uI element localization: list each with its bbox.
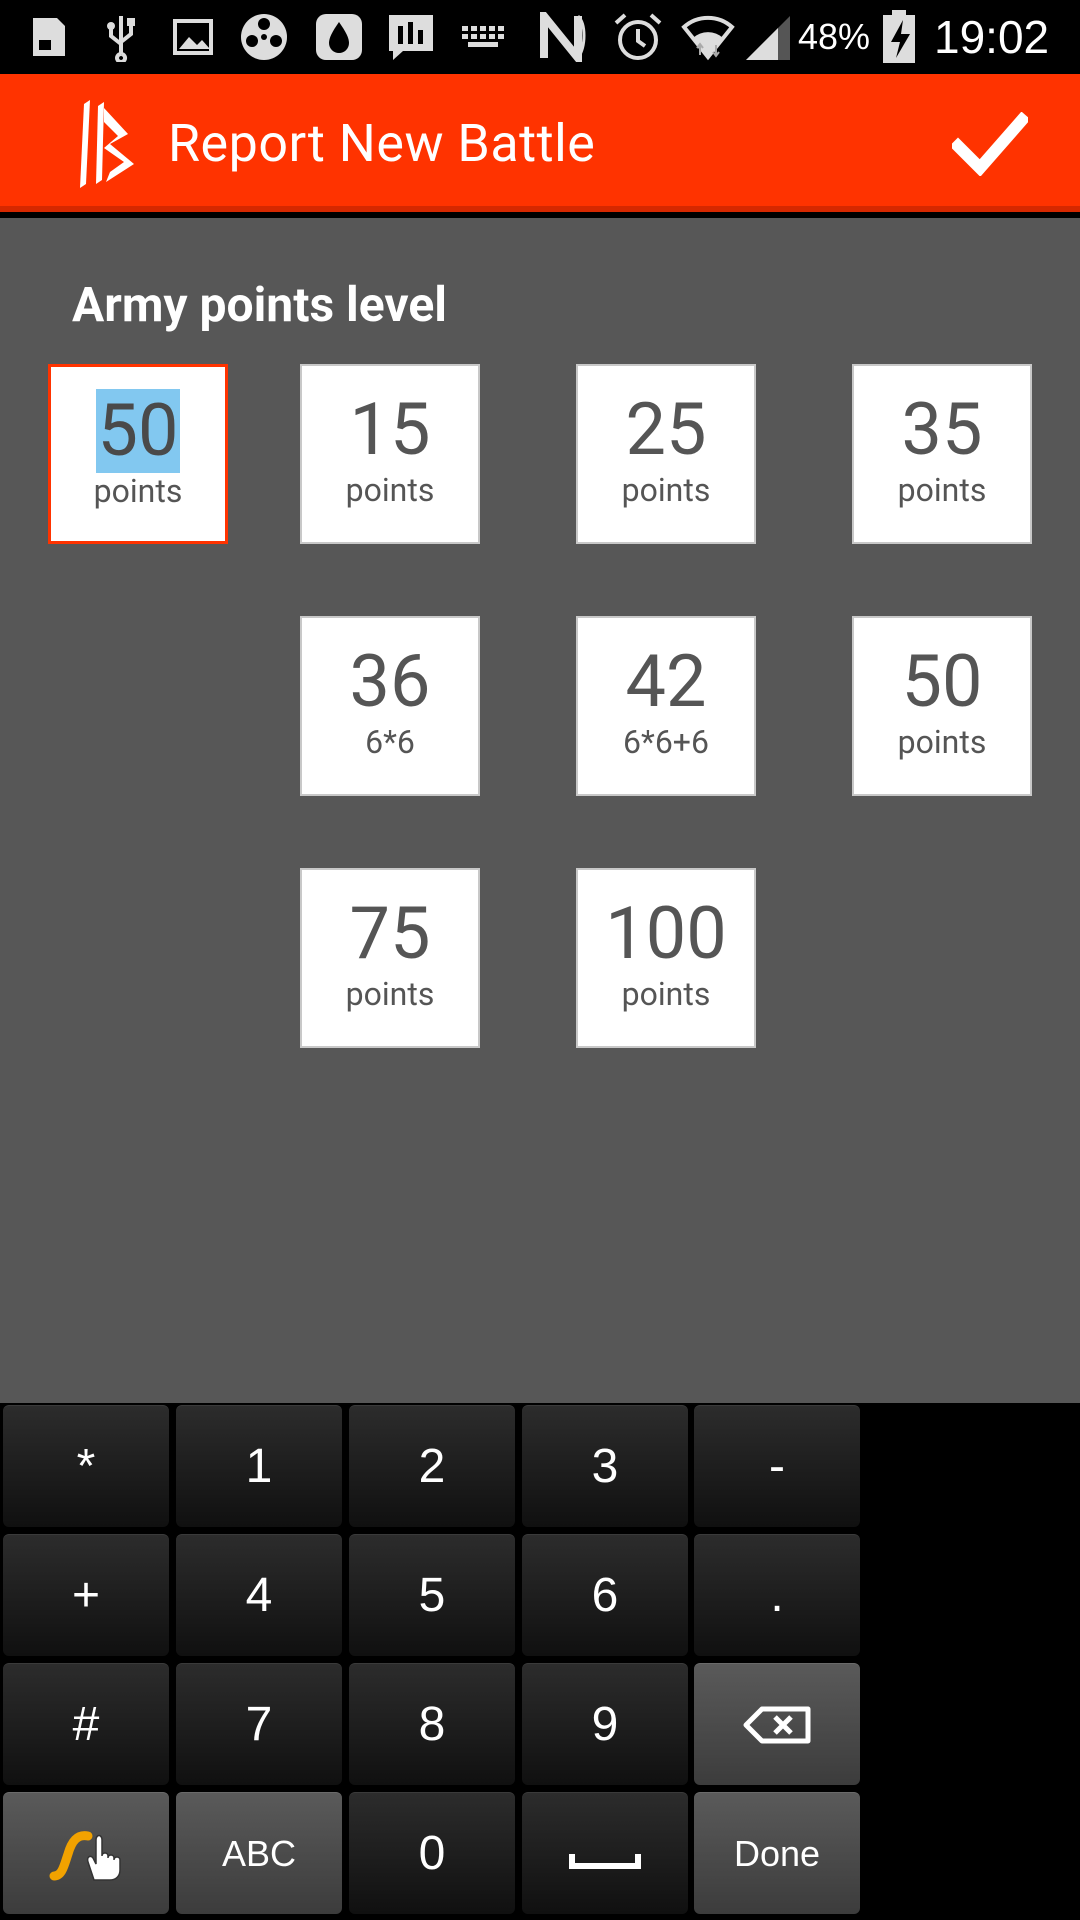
done-label: Done <box>733 1832 821 1874</box>
check-icon <box>952 112 1028 176</box>
points-option-tile[interactable]: 75 points <box>300 868 480 1048</box>
alarm-icon <box>610 12 666 62</box>
abc-label: ABC <box>221 1832 297 1874</box>
key-2[interactable]: 2 <box>349 1405 515 1527</box>
chart-message-icon <box>384 12 438 62</box>
app-logo-icon[interactable] <box>70 94 150 192</box>
sim-card-icon <box>22 12 76 62</box>
tile-value: 50 <box>901 639 983 724</box>
key-8[interactable]: 8 <box>349 1663 515 1785</box>
points-input-value[interactable]: 50 <box>95 389 181 473</box>
key-3[interactable]: 3 <box>522 1405 688 1527</box>
tile-subtitle: points <box>621 471 711 509</box>
tile-value: 35 <box>901 387 983 472</box>
tile-value: 15 <box>349 387 431 472</box>
space-key[interactable] <box>522 1792 688 1914</box>
status-bar: 48% 19:02 <box>0 0 1080 74</box>
points-option-tile[interactable]: 35 points <box>852 364 1032 544</box>
page-title: Report New Battle <box>168 112 596 174</box>
army-points-panel: Army points level 50 points 15 points 25… <box>0 218 1080 1403</box>
wifi-icon <box>678 12 738 62</box>
tile-subtitle: 6*6+6 <box>623 723 709 761</box>
usb-icon <box>96 12 146 62</box>
nfc-icon <box>536 12 592 62</box>
tile-subtitle: points <box>897 723 987 761</box>
points-input-tile[interactable]: 50 points <box>48 364 228 544</box>
tile-subtitle: points <box>897 471 987 509</box>
film-reel-icon <box>236 12 292 62</box>
space-icon <box>569 1853 641 1869</box>
tile-value: 42 <box>625 639 707 724</box>
clock: 19:02 <box>934 11 1050 63</box>
confirm-check-button[interactable] <box>944 98 1036 190</box>
tile-value: 25 <box>625 387 707 472</box>
tile-value: 36 <box>349 639 431 724</box>
key-minus[interactable]: - <box>694 1405 860 1527</box>
backspace-icon <box>743 1706 811 1743</box>
tile-subtitle: 6*6 <box>365 723 415 761</box>
abc-key[interactable]: ABC <box>176 1792 342 1914</box>
section-title: Army points level <box>72 276 447 333</box>
battery-percent: 48% <box>798 16 871 57</box>
points-option-tile[interactable]: 36 6*6 <box>300 616 480 796</box>
battery-charging-icon <box>878 10 920 63</box>
key-period[interactable]: . <box>694 1534 860 1656</box>
points-option-tile[interactable]: 100 points <box>576 868 756 1048</box>
tile-subtitle: points <box>345 471 435 509</box>
tile-subtitle: points <box>345 975 435 1013</box>
done-key[interactable]: Done <box>694 1792 860 1914</box>
key-4[interactable]: 4 <box>176 1534 342 1656</box>
key-asterisk[interactable]: * <box>3 1405 169 1527</box>
key-plus[interactable]: + <box>3 1534 169 1656</box>
key-1[interactable]: 1 <box>176 1405 342 1527</box>
action-bar: Report New Battle <box>0 74 1080 212</box>
tile-value: 75 <box>349 891 431 976</box>
image-icon <box>168 12 218 62</box>
points-option-tile[interactable]: 15 points <box>300 364 480 544</box>
key-5[interactable]: 5 <box>349 1534 515 1656</box>
swype-key[interactable] <box>3 1792 169 1914</box>
swype-icon <box>49 1830 121 1881</box>
points-option-tile[interactable]: 42 6*6+6 <box>576 616 756 796</box>
tile-value: 100 <box>605 891 727 976</box>
key-9[interactable]: 9 <box>522 1663 688 1785</box>
keyboard-icon <box>458 12 510 62</box>
key-7[interactable]: 7 <box>176 1663 342 1785</box>
drop-icon <box>312 12 366 62</box>
key-0[interactable]: 0 <box>349 1792 515 1914</box>
numeric-keyboard: * 1 2 3 - + 4 5 6 . # 7 8 9 ABC 0 Done <box>0 1403 1080 1920</box>
key-hash[interactable]: # <box>3 1663 169 1785</box>
backspace-key[interactable] <box>694 1663 860 1785</box>
tile-subtitle: points <box>93 472 183 510</box>
signal-icon <box>740 12 796 62</box>
points-option-tile[interactable]: 25 points <box>576 364 756 544</box>
key-6[interactable]: 6 <box>522 1534 688 1656</box>
tile-subtitle: points <box>621 975 711 1013</box>
points-option-tile[interactable]: 50 points <box>852 616 1032 796</box>
